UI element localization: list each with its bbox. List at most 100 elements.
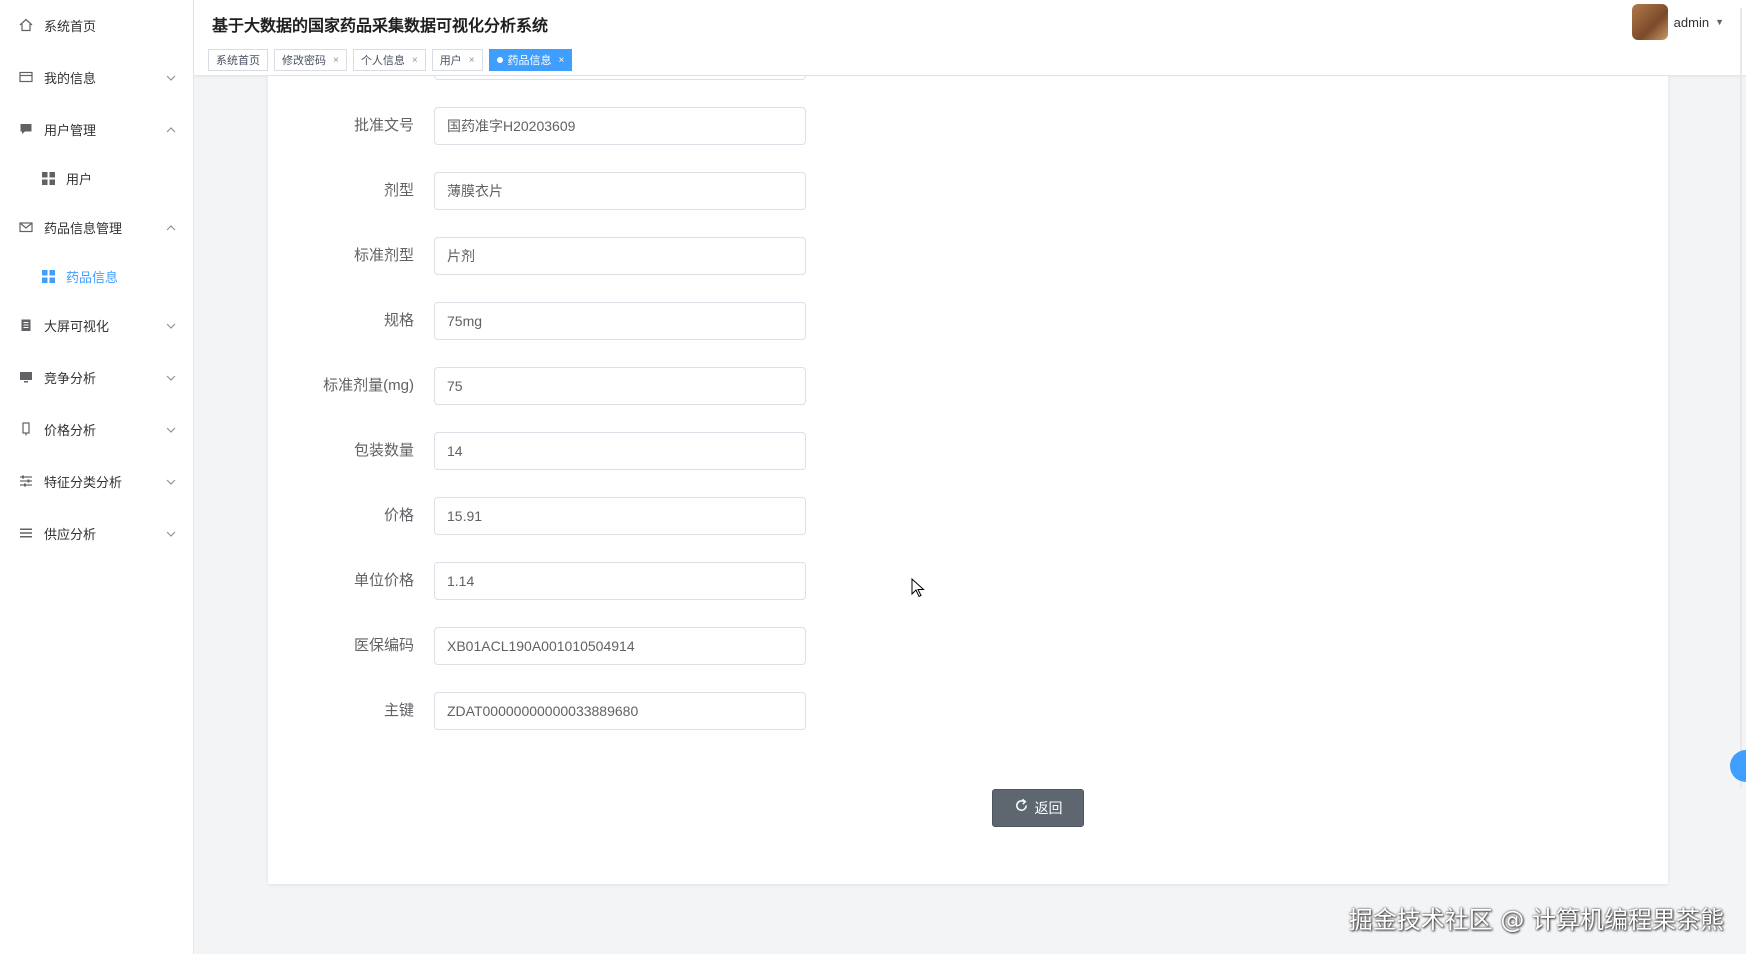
field-label: 包装数量 — [353, 442, 414, 459]
sidebar-item-label: 供应分析 — [44, 526, 97, 542]
caret-down-icon[interactable]: ▼ — [1715, 17, 1724, 27]
user-menu[interactable]: admin ▼ — [1631, 4, 1724, 40]
top-header: 基于大数据的国家药品采集数据可视化分析系统 admin ▼ 系统首页 修改密码 … — [194, 0, 1746, 76]
field-label: 批准文号 — [353, 117, 414, 134]
sidebar-item-drug-management[interactable]: 药品信息管理 — [0, 207, 194, 247]
sidebar-item-label: 药品信息管理 — [44, 220, 123, 236]
chevron-down-icon — [166, 475, 176, 485]
field-label: 规格 — [383, 312, 414, 329]
unit-price-field[interactable] — [434, 562, 806, 600]
sidebar-item-competition[interactable]: 竞争分析 — [0, 357, 194, 397]
tab-label: 修改密码 — [282, 55, 326, 67]
sidebar: 系统首页 我的信息 用户管理 用户 药品信息管理 药品信息 大屏可视化 竞争分析… — [0, 0, 194, 954]
tab-label: 系统首页 — [216, 55, 260, 67]
form-row-dosage-form: 剂型 — [268, 172, 1068, 210]
tab-users[interactable]: 用户 × — [431, 49, 483, 71]
field-label: 价格 — [383, 507, 414, 524]
primary-key-field[interactable] — [434, 692, 806, 730]
tab-change-password[interactable]: 修改密码 × — [274, 49, 347, 71]
home-icon — [18, 17, 34, 33]
tab-personal-info[interactable]: 个人信息 × — [352, 49, 426, 71]
close-icon[interactable]: × — [559, 55, 565, 66]
chat-icon — [18, 121, 34, 137]
sidebar-item-my-info[interactable]: 我的信息 — [0, 57, 194, 97]
monitor-icon — [18, 369, 34, 385]
tag-icon — [18, 421, 34, 437]
form-row-package-quantity: 包装数量 — [268, 432, 1068, 470]
chevron-up-icon — [166, 123, 176, 133]
chevron-down-icon — [166, 319, 176, 329]
field-label: 标准剂量(mg) — [323, 377, 414, 394]
tab-label: 用户 — [439, 55, 462, 67]
package-quantity-field[interactable] — [434, 432, 806, 470]
app-title: 基于大数据的国家药品采集数据可视化分析系统 — [212, 18, 549, 35]
tab-label: 药品信息 — [507, 55, 552, 67]
sidebar-item-label: 用户管理 — [44, 122, 97, 138]
field-label: 标准剂型 — [353, 247, 414, 264]
close-icon[interactable]: × — [469, 55, 475, 66]
sidebar-item-label: 系统首页 — [44, 18, 97, 34]
sidebar-item-label: 竞争分析 — [44, 370, 97, 386]
close-icon[interactable]: × — [333, 55, 339, 66]
sidebar-item-label: 用户 — [66, 171, 93, 187]
avatar[interactable] — [1631, 4, 1668, 40]
dosage-form-field[interactable] — [434, 172, 806, 210]
insurance-code-field[interactable] — [434, 627, 806, 665]
back-button-label: 返回 — [1034, 800, 1063, 816]
active-dot-icon — [496, 57, 503, 63]
sidebar-item-label: 特征分类分析 — [44, 474, 123, 490]
form-row-standard-dosage-form: 标准剂型 — [268, 237, 1068, 275]
specification-field[interactable] — [434, 302, 806, 340]
refresh-icon — [1014, 798, 1029, 818]
sidebar-item-user-management[interactable]: 用户管理 — [0, 109, 194, 149]
clipboard-icon — [18, 317, 34, 333]
price-field[interactable] — [434, 497, 806, 535]
chevron-down-icon — [166, 71, 176, 81]
sidebar-item-home[interactable]: 系统首页 — [0, 5, 194, 45]
form-row-unit-price: 单位价格 — [268, 562, 1068, 600]
sidebar-item-price[interactable]: 价格分析 — [0, 409, 194, 449]
sidebar-item-label: 大屏可视化 — [44, 318, 110, 334]
tab-label: 个人信息 — [360, 55, 405, 67]
form-row-standard-dose: 标准剂量(mg) — [268, 367, 1068, 405]
previous-input-edge — [434, 76, 806, 80]
form-row-approval-number: 批准文号 — [268, 107, 1068, 145]
chevron-down-icon — [166, 371, 176, 381]
username[interactable]: admin — [1674, 15, 1709, 30]
sidebar-item-label: 药品信息 — [66, 269, 119, 285]
close-icon[interactable]: × — [412, 55, 418, 66]
watermark: 掘金技术社区 @ 计算机编程果茶熊 — [1348, 906, 1724, 934]
standard-dosage-form-field[interactable] — [434, 237, 806, 275]
tab-drug-info[interactable]: 药品信息 × — [488, 49, 573, 71]
form-row-price: 价格 — [268, 497, 1068, 535]
id-card-icon — [18, 69, 34, 85]
sidebar-item-label: 价格分析 — [44, 422, 97, 438]
tags-view: 系统首页 修改密码 × 个人信息 × 用户 × 药品信息 × — [208, 49, 578, 71]
standard-dose-field[interactable] — [434, 367, 806, 405]
chevron-down-icon — [166, 423, 176, 433]
detail-form-card: 批准文号 剂型 标准剂型 规格 标准剂量(mg) 包装数量 价格 单位价格 医保… — [268, 76, 1668, 884]
field-label: 主键 — [383, 702, 414, 719]
back-button[interactable]: 返回 — [992, 789, 1084, 827]
tab-home[interactable]: 系统首页 — [208, 49, 268, 71]
form-row-primary-key: 主键 — [268, 692, 1068, 730]
sidebar-item-supply[interactable]: 供应分析 — [0, 513, 194, 553]
grid-icon — [40, 170, 56, 186]
sidebar-item-feature-classification[interactable]: 特征分类分析 — [0, 461, 194, 501]
sidebar-item-users[interactable]: 用户 — [0, 158, 194, 198]
chevron-down-icon — [166, 527, 176, 537]
grid-icon — [40, 268, 56, 284]
sidebar-item-drug-info[interactable]: 药品信息 — [0, 256, 194, 296]
chevron-up-icon — [166, 221, 176, 231]
field-label: 单位价格 — [353, 572, 414, 589]
sliders-icon — [18, 473, 34, 489]
field-label: 剂型 — [383, 182, 414, 199]
sidebar-item-label: 我的信息 — [44, 70, 97, 86]
mail-icon — [18, 219, 34, 235]
list-icon — [18, 525, 34, 541]
mouse-cursor-icon — [911, 578, 925, 598]
approval-number-field[interactable] — [434, 107, 806, 145]
sidebar-item-big-screen[interactable]: 大屏可视化 — [0, 305, 194, 345]
floating-side-toggle[interactable] — [1730, 750, 1746, 782]
page-scrollbar[interactable] — [1740, 8, 1742, 788]
